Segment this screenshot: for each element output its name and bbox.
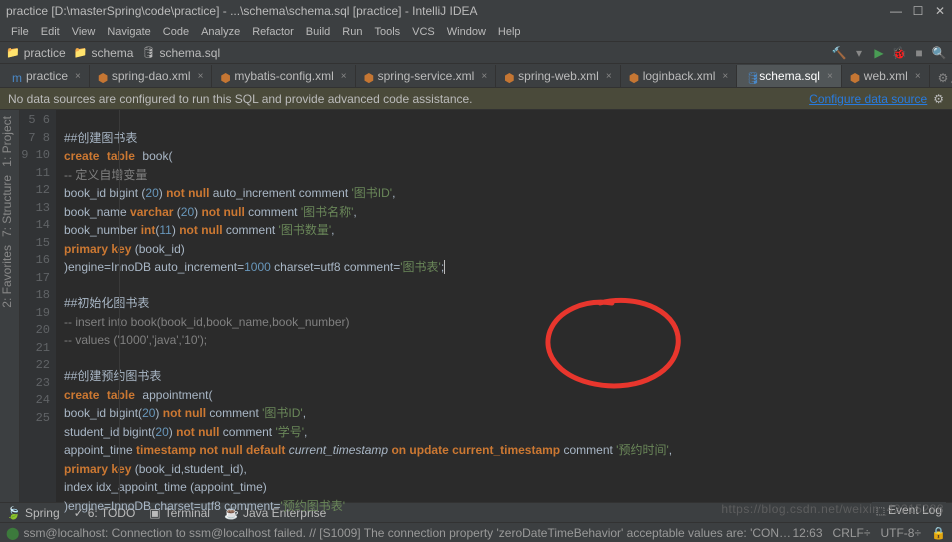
watermark: https://blog.csdn.net/weixin_42215288 bbox=[721, 502, 944, 516]
window-title: practice [D:\masterSpring\code\practice]… bbox=[6, 4, 890, 18]
datasource-banner: No data sources are configured to run th… bbox=[0, 88, 952, 110]
navbar: 📁 practice 📁 schema 🛢 schema.sql 🔨 ▾ ▶ 🐞… bbox=[0, 42, 952, 64]
menu-build[interactable]: Build bbox=[301, 26, 335, 38]
maximize-button[interactable]: ☐ bbox=[912, 5, 924, 17]
toolbar-right: 🔨 ▾ ▶ 🐞 ■ 🔍 bbox=[832, 46, 946, 60]
spring-tool[interactable]: 🍃 Spring bbox=[6, 506, 60, 520]
stop-icon[interactable]: ■ bbox=[912, 46, 926, 60]
close-icon: × bbox=[198, 71, 204, 82]
menu-code[interactable]: Code bbox=[158, 26, 194, 38]
close-icon: × bbox=[481, 71, 487, 82]
structure-tool[interactable]: 7: Structure bbox=[0, 175, 19, 237]
favorites-tool[interactable]: 2: Favorites bbox=[0, 245, 19, 308]
dropdown-icon[interactable]: ▾ bbox=[852, 46, 866, 60]
debug-icon[interactable]: 🐞 bbox=[892, 46, 906, 60]
menu-refactor[interactable]: Refactor bbox=[247, 26, 299, 38]
tab-schema-sql[interactable]: 🛢schema.sql× bbox=[737, 65, 842, 87]
status-message: ssm@localhost: Connection to ssm@localho… bbox=[23, 526, 792, 540]
titlebar: practice [D:\masterSpring\code\practice]… bbox=[0, 0, 952, 22]
window-controls: — ☐ ✕ bbox=[890, 5, 946, 17]
menu-help[interactable]: Help bbox=[493, 26, 526, 38]
close-icon: × bbox=[606, 71, 612, 82]
gear-icon[interactable]: ⚙ bbox=[933, 92, 944, 106]
tab-jdbc-props[interactable]: ⚙jdbc.properties× bbox=[930, 65, 952, 87]
breadcrumb[interactable]: 📁 practice bbox=[6, 46, 66, 60]
menu-analyze[interactable]: Analyze bbox=[196, 26, 245, 38]
menu-view[interactable]: View bbox=[67, 26, 101, 38]
line-separator[interactable]: CRLF÷ bbox=[833, 526, 871, 540]
tab-web-xml[interactable]: ⬢web.xml× bbox=[842, 65, 930, 87]
configure-datasource-link[interactable]: Configure data source bbox=[809, 92, 927, 106]
tab-spring-service[interactable]: ⬢spring-service.xml× bbox=[356, 65, 497, 87]
statusbar: ⬤ ssm@localhost: Connection to ssm@local… bbox=[0, 522, 952, 542]
menubar: File Edit View Navigate Code Analyze Ref… bbox=[0, 22, 952, 42]
menu-tools[interactable]: Tools bbox=[369, 26, 405, 38]
menu-window[interactable]: Window bbox=[442, 26, 491, 38]
close-icon: × bbox=[915, 71, 921, 82]
close-icon: × bbox=[75, 71, 81, 82]
tab-spring-dao[interactable]: ⬢spring-dao.xml× bbox=[90, 65, 213, 87]
close-icon: × bbox=[722, 71, 728, 82]
left-tool-strip: 1: Project 7: Structure 2: Favorites bbox=[0, 110, 20, 502]
gutter: 5 6 7 8 9 10 11 12 13 14 15 16 17 18 19 … bbox=[20, 110, 56, 502]
banner-text: No data sources are configured to run th… bbox=[8, 92, 473, 106]
tab-loginback[interactable]: ⬢loginback.xml× bbox=[621, 65, 738, 87]
tab-spring-web[interactable]: ⬢spring-web.xml× bbox=[496, 65, 621, 87]
lock-icon[interactable]: 🔒 bbox=[931, 526, 946, 540]
menu-file[interactable]: File bbox=[6, 26, 34, 38]
editor-area: 1: Project 7: Structure 2: Favorites 5 6… bbox=[0, 110, 952, 502]
menu-vcs[interactable]: VCS bbox=[407, 26, 440, 38]
breadcrumb[interactable]: 📁 schema bbox=[74, 46, 134, 60]
editor-tabs: mpractice× ⬢spring-dao.xml× ⬢mybatis-con… bbox=[0, 64, 952, 88]
tab-practice[interactable]: mpractice× bbox=[4, 65, 90, 87]
status-icon[interactable]: ⬤ bbox=[6, 526, 19, 540]
menu-run[interactable]: Run bbox=[337, 26, 367, 38]
minimize-button[interactable]: — bbox=[890, 5, 902, 17]
menu-edit[interactable]: Edit bbox=[36, 26, 65, 38]
close-icon: × bbox=[341, 71, 347, 82]
search-icon[interactable]: 🔍 bbox=[932, 46, 946, 60]
run-icon[interactable]: ▶ bbox=[872, 46, 886, 60]
close-icon: × bbox=[827, 71, 833, 82]
menu-navigate[interactable]: Navigate bbox=[102, 26, 155, 38]
tab-mybatis-config[interactable]: ⬢mybatis-config.xml× bbox=[212, 65, 355, 87]
code-editor[interactable]: ##创建图书表 create table book( -- 定义自增变量 boo… bbox=[56, 110, 952, 502]
breadcrumb[interactable]: 🛢 schema.sql bbox=[141, 46, 220, 60]
caret-position[interactable]: 12:63 bbox=[793, 526, 823, 540]
close-button[interactable]: ✕ bbox=[934, 5, 946, 17]
project-tool[interactable]: 1: Project bbox=[0, 116, 19, 167]
build-icon[interactable]: 🔨 bbox=[832, 46, 846, 60]
encoding[interactable]: UTF-8÷ bbox=[880, 526, 921, 540]
